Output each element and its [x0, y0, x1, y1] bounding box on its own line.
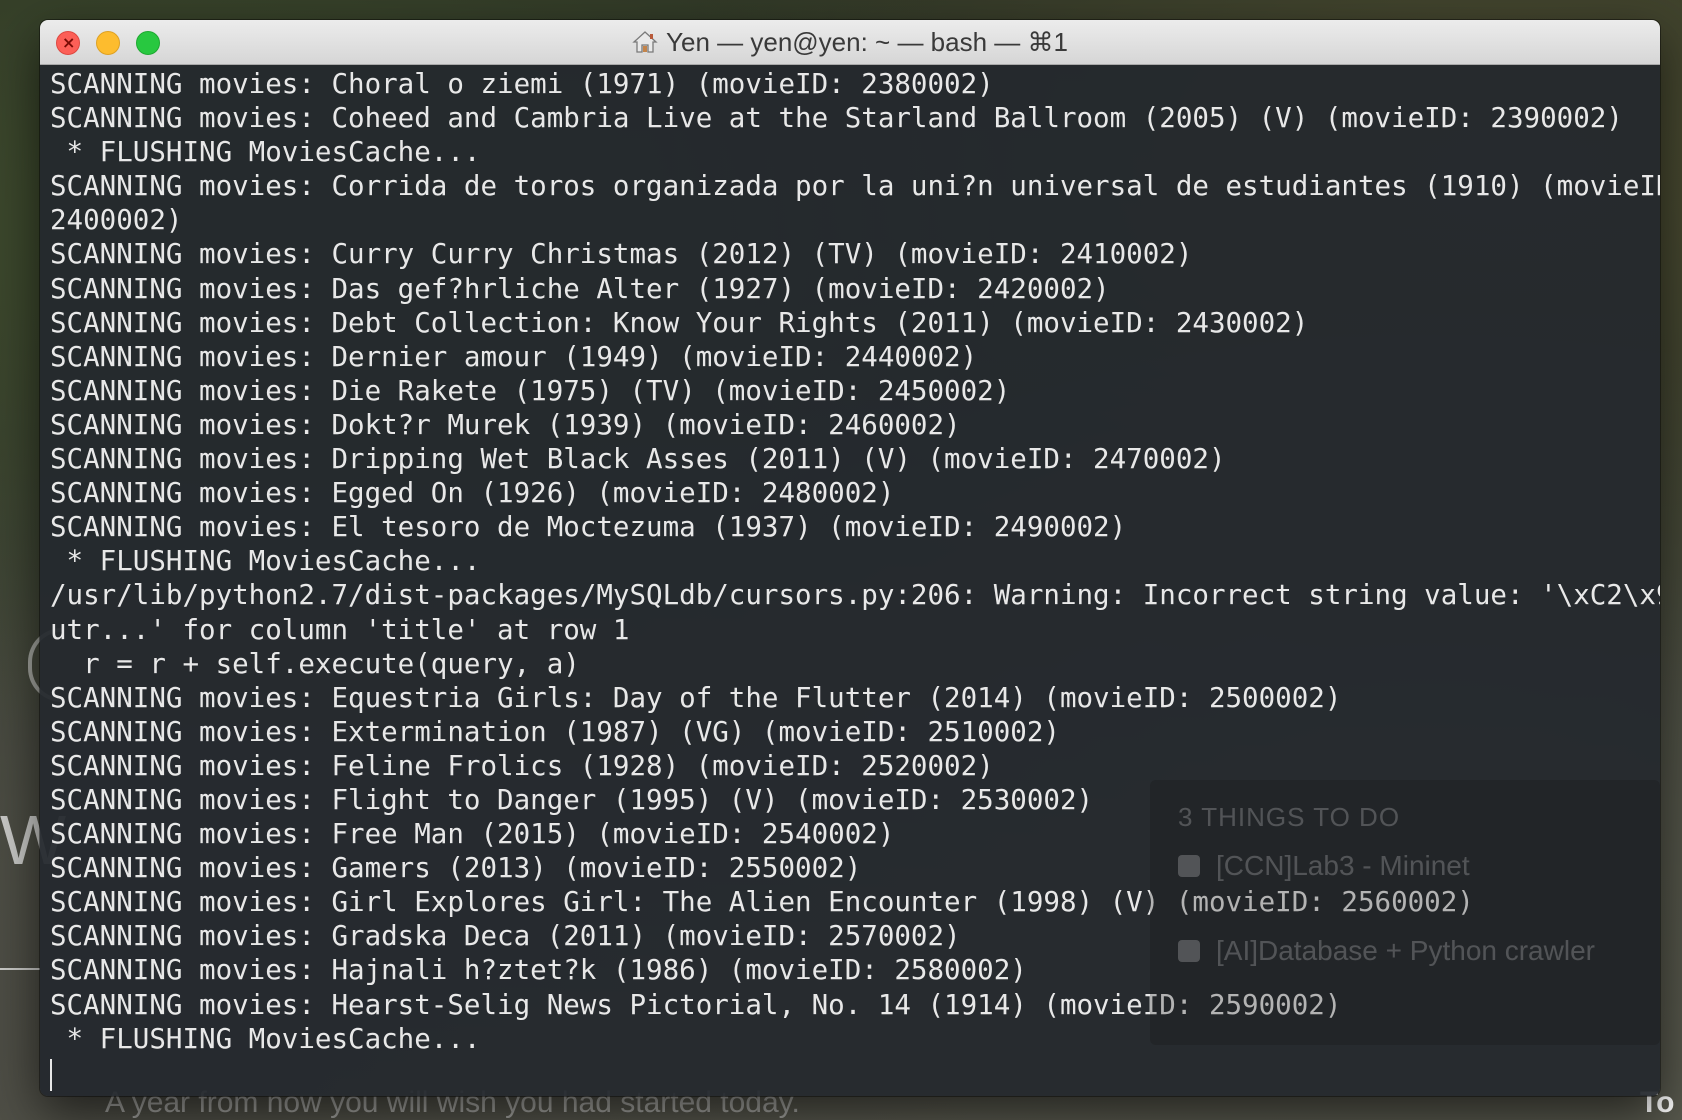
todo-item[interactable]: [AI]Database + Python crawler [1178, 935, 1595, 967]
home-icon [632, 31, 658, 53]
window-title: Yen — yen@yen: ~ — bash — ⌘1 [666, 26, 1068, 57]
terminal-line: 2400002) [50, 204, 183, 237]
terminal-line: * FLUSHING MoviesCache... [50, 136, 481, 169]
terminal-line: SCANNING movies: Dernier amour (1949) (m… [50, 340, 978, 373]
terminal-line: SCANNING movies: Debt Collection: Know Y… [50, 306, 1309, 339]
terminal-line: SCANNING movies: Dokt?r Murek (1939) (mo… [50, 408, 961, 441]
terminal-line: SCANNING movies: Feline Frolics (1928) (… [50, 749, 994, 782]
checkbox-icon[interactable] [1178, 940, 1200, 962]
terminal-line: /usr/lib/python2.7/dist-packages/MySQLdb… [50, 579, 1660, 612]
terminal-line: * FLUSHING MoviesCache... [50, 545, 481, 578]
checkbox-icon[interactable] [1178, 855, 1200, 877]
terminal-line: r = r + self.execute(query, a) [50, 647, 580, 680]
terminal-line: SCANNING movies: Dripping Wet Black Asse… [50, 443, 1226, 476]
terminal-line: SCANNING movies: Corrida de toros organi… [50, 170, 1660, 203]
title-bar[interactable]: × Yen — yen@yen: ~ — bash — ⌘1 [40, 20, 1660, 65]
terminal-line: SCANNING movies: Equestria Girls: Day of… [50, 681, 1342, 714]
terminal-line: SCANNING movies: Extermination (1987) (V… [50, 715, 1060, 748]
background-dash [0, 968, 40, 970]
prompt-line [50, 1056, 1650, 1091]
terminal-line: SCANNING movies: El tesoro de Moctezuma … [50, 511, 1127, 544]
todo-item-label: [CCN]Lab3 - Mininet [1216, 850, 1470, 881]
terminal-line: utr...' for column 'title' at row 1 [50, 613, 630, 646]
terminal-line: SCANNING movies: Coheed and Cambria Live… [50, 102, 1623, 135]
terminal-line: SCANNING movies: Das gef?hrliche Alter (… [50, 272, 1110, 305]
todo-item[interactable]: [CCN]Lab3 - Mininet [1178, 850, 1470, 882]
todo-widget: 3 THINGS TO DO [CCN]Lab3 - Mininet [AI]D… [1150, 780, 1660, 1045]
todo-item-label: [AI]Database + Python crawler [1216, 935, 1595, 966]
text-cursor [50, 1058, 52, 1091]
window-title-container: Yen — yen@yen: ~ — bash — ⌘1 [40, 20, 1660, 64]
terminal-line: SCANNING movies: Curry Curry Christmas (… [50, 238, 1193, 271]
terminal-line: SCANNING movies: Egged On (1926) (movieI… [50, 477, 895, 510]
todo-title: 3 THINGS TO DO [1178, 802, 1401, 832]
terminal-line: SCANNING movies: Choral o ziemi (1971) (… [50, 68, 994, 100]
terminal-line: SCANNING movies: Die Rakete (1975) (TV) … [50, 374, 1011, 407]
